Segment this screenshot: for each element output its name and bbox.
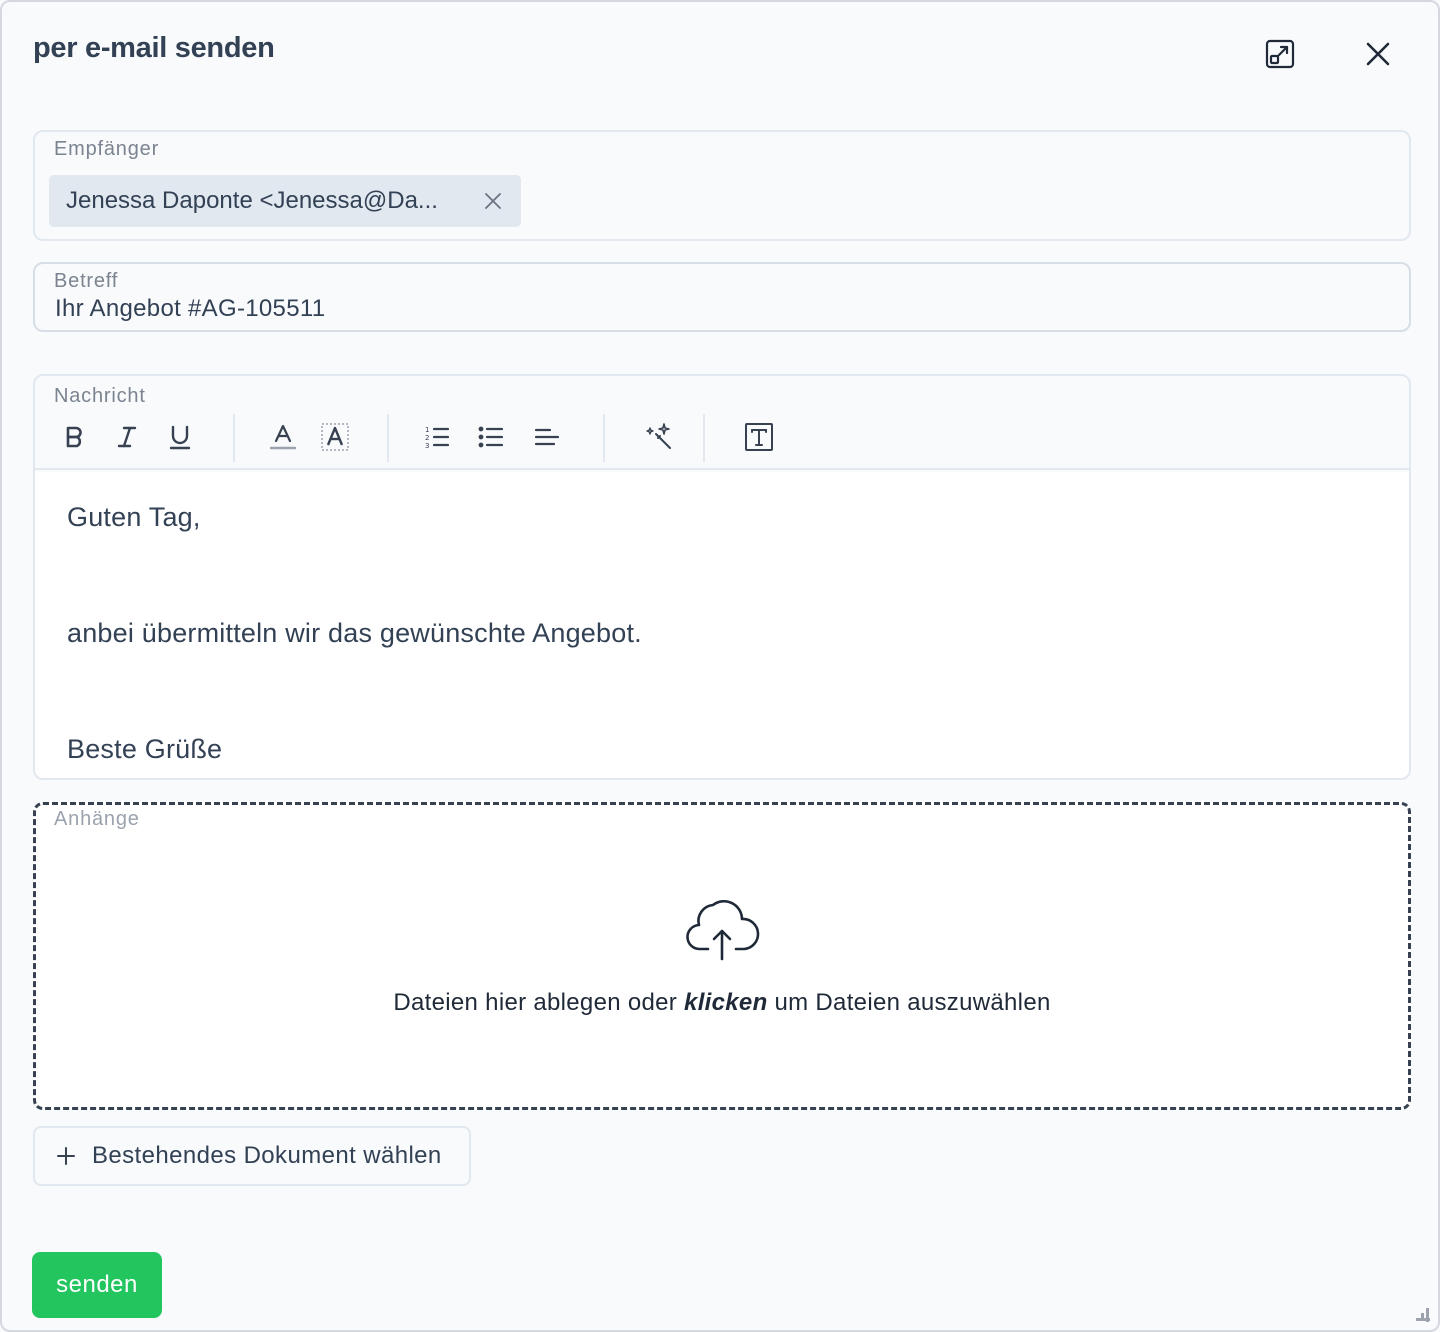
toolbar-divider — [233, 414, 235, 462]
attachments-label: Anhänge — [54, 808, 140, 830]
highlight-icon — [321, 423, 349, 451]
italic-icon — [117, 426, 137, 448]
dropzone-click-link[interactable]: klicken — [684, 989, 768, 1016]
dialog-title: per e-mail senden — [33, 32, 275, 64]
ordered-list-icon: 1 2 3 — [425, 426, 450, 449]
italic-button[interactable] — [109, 419, 145, 455]
underline-icon — [169, 425, 191, 450]
close-button[interactable] — [1356, 32, 1400, 76]
toolbar-divider — [703, 414, 705, 462]
send-button-label: senden — [56, 1271, 138, 1298]
highlight-button[interactable] — [317, 419, 353, 455]
bold-button[interactable] — [57, 419, 93, 455]
email-dialog: per e-mail senden Empfänger Jenessa Dapo… — [0, 0, 1440, 1332]
subject-input[interactable]: Ihr Angebot #AG-105511 — [55, 295, 325, 323]
align-left-icon — [534, 428, 560, 446]
recipient-chip[interactable]: Jenessa Daponte <Jenessa@Da... — [49, 175, 521, 227]
magic-wand-icon — [646, 423, 671, 449]
recipient-chip-text: Jenessa Daponte <Jenessa@Da... — [66, 187, 438, 214]
text-block-button[interactable] — [741, 419, 777, 455]
message-label: Nachricht — [54, 385, 146, 407]
dropzone-text: Dateien hier ablegen oder klicken um Dat… — [36, 989, 1408, 1017]
resize-grip-icon[interactable] — [1416, 1308, 1430, 1322]
recipients-label: Empfänger — [54, 138, 160, 160]
remove-recipient-icon[interactable] — [483, 191, 503, 211]
message-closing: Beste Grüße — [67, 734, 223, 764]
plus-icon — [57, 1147, 75, 1165]
cloud-upload-icon — [686, 900, 760, 961]
choose-existing-document-button[interactable]: Bestehendes Dokument wählen — [33, 1126, 471, 1186]
send-button[interactable]: senden — [32, 1252, 162, 1318]
align-button[interactable] — [529, 419, 565, 455]
editor-toolbar: 1 2 3 — [35, 412, 1409, 470]
magic-wand-button[interactable] — [641, 419, 677, 455]
message-body: anbei übermitteln wir das gewünschte Ang… — [67, 618, 642, 648]
message-greeting: Guten Tag, — [67, 502, 201, 532]
attachments-dropzone[interactable]: Anhänge Dateien hier ablegen oder klicke… — [33, 802, 1411, 1110]
text-color-button[interactable] — [265, 419, 301, 455]
bullet-list-button[interactable] — [473, 419, 509, 455]
dropzone-text-before: Dateien hier ablegen oder — [393, 989, 685, 1016]
svg-text:2: 2 — [425, 434, 429, 442]
recipients-field[interactable]: Empfänger Jenessa Daponte <Jenessa@Da... — [33, 130, 1411, 241]
text-color-icon — [270, 424, 296, 450]
underline-button[interactable] — [162, 419, 198, 455]
dropzone-text-after: um Dateien auszuwählen — [767, 989, 1051, 1016]
subject-field[interactable]: Betreff Ihr Angebot #AG-105511 — [33, 262, 1411, 332]
choose-existing-document-label: Bestehendes Dokument wählen — [92, 1142, 442, 1169]
close-icon — [1366, 42, 1390, 66]
expand-icon — [1265, 39, 1295, 69]
bullet-list-icon — [478, 426, 504, 448]
message-field: Nachricht 1 2 3 Guten Tag, anbei übermit… — [33, 374, 1411, 780]
expand-button[interactable] — [1258, 32, 1302, 76]
text-box-icon — [745, 423, 773, 451]
ordered-list-button[interactable]: 1 2 3 — [419, 419, 455, 455]
message-editor[interactable]: Guten Tag, anbei übermitteln wir das gew… — [35, 472, 1409, 778]
svg-text:3: 3 — [425, 442, 429, 449]
subject-label: Betreff — [54, 270, 119, 292]
svg-text:1: 1 — [425, 426, 429, 434]
toolbar-divider — [387, 414, 389, 462]
toolbar-divider — [603, 414, 605, 462]
bold-icon — [66, 426, 82, 448]
